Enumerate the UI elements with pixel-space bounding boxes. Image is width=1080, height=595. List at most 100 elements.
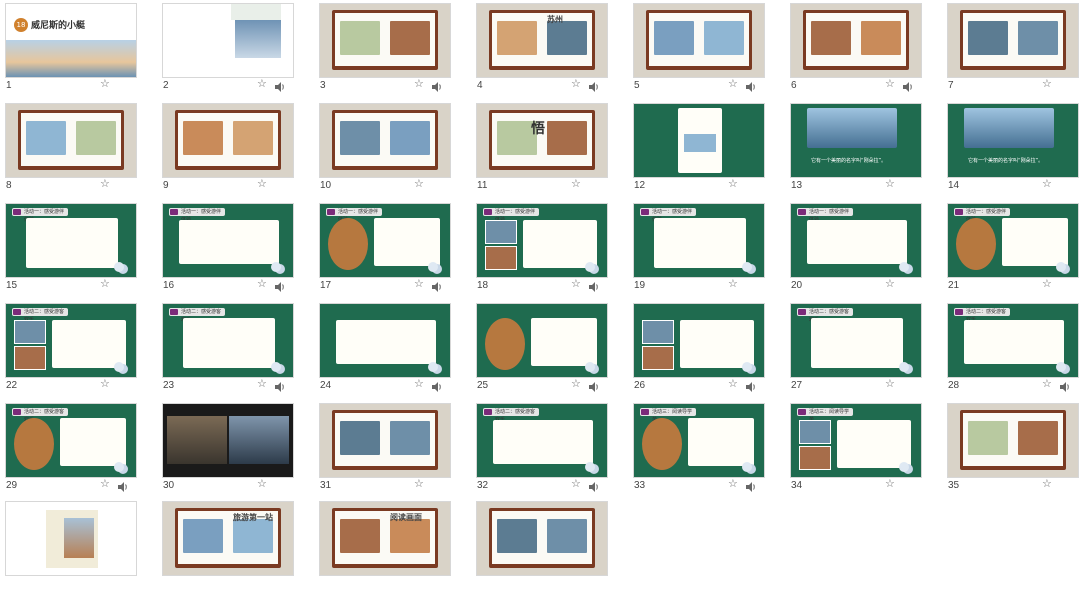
slide-preview[interactable] — [320, 404, 450, 477]
slide-thumbnail-10[interactable]: 10 ☆ — [314, 99, 471, 197]
star-icon[interactable]: ☆ — [728, 478, 738, 490]
star-icon[interactable]: ☆ — [414, 178, 424, 190]
star-icon[interactable]: ☆ — [1042, 278, 1052, 290]
slide-preview[interactable]: 它有一个美丽的名字叫“刚朵拉”。 — [791, 104, 921, 177]
slide-thumbnail-8[interactable]: 8 ☆ — [0, 99, 157, 197]
slide-preview[interactable]: 18 威尼斯的小艇 — [6, 4, 136, 77]
slide-preview[interactable]: 活动一：感受游伴体验 — [320, 204, 450, 277]
star-icon[interactable]: ☆ — [571, 278, 581, 290]
audio-icon[interactable] — [745, 378, 757, 392]
slide-preview[interactable] — [634, 304, 764, 377]
audio-icon[interactable] — [902, 78, 914, 92]
star-icon[interactable]: ☆ — [257, 78, 267, 90]
slide-thumbnail-23[interactable]: 活动二：感受游客欢乐 23 ☆ — [157, 299, 314, 397]
star-icon[interactable]: ☆ — [1042, 178, 1052, 190]
slide-thumbnail-22[interactable]: 活动二：感受游客欢乐 22 ☆ — [0, 299, 157, 397]
slide-preview[interactable]: 活动一：感受游伴体验 — [477, 204, 607, 277]
audio-icon[interactable] — [588, 78, 600, 92]
slide-thumbnail-14[interactable]: 它有一个美丽的名字叫“刚朵拉”。 14 ☆ — [942, 99, 1080, 197]
slide-thumbnail-29[interactable]: 活动二：感受游客欢乐 29 ☆ — [0, 399, 157, 497]
slide-preview[interactable]: 活动一：感受游伴体验 — [634, 204, 764, 277]
slide-preview[interactable]: 活动二：感受游客欢乐 — [163, 304, 293, 377]
slide-preview[interactable] — [634, 4, 764, 77]
slide-preview[interactable]: 活动二：感受游客欢乐 — [6, 304, 136, 377]
slide-preview[interactable]: 活动三：阅读导学单 — [634, 404, 764, 477]
slide-preview[interactable]: 活动三：阅读导学单 — [791, 404, 921, 477]
slide-preview[interactable] — [477, 502, 607, 575]
slide-thumbnail-32[interactable]: 活动二：感受游客欢乐 32 ☆ — [471, 399, 628, 497]
slide-thumbnail-27[interactable]: 活动二：感受游客欢乐 27 ☆ — [785, 299, 942, 397]
audio-icon[interactable] — [431, 78, 443, 92]
star-icon[interactable]: ☆ — [100, 378, 110, 390]
slide-thumbnail-26[interactable]: 26 ☆ — [628, 299, 785, 397]
audio-icon[interactable] — [117, 478, 129, 492]
star-icon[interactable]: ☆ — [414, 78, 424, 90]
audio-icon[interactable] — [431, 378, 443, 392]
slide-thumbnail-7[interactable]: 7 ☆ — [942, 0, 1080, 97]
star-icon[interactable]: ☆ — [728, 278, 738, 290]
star-icon[interactable]: ☆ — [885, 178, 895, 190]
star-icon[interactable]: ☆ — [414, 278, 424, 290]
slide-thumbnail-19[interactable]: 活动一：感受游伴体验 19 ☆ — [628, 199, 785, 297]
star-icon[interactable]: ☆ — [1042, 478, 1052, 490]
slide-thumbnail-38[interactable]: 阅读画面 — [314, 497, 471, 595]
slide-thumbnail-15[interactable]: 活动一：感受游伴体验 15 ☆ — [0, 199, 157, 297]
star-icon[interactable]: ☆ — [885, 278, 895, 290]
audio-icon[interactable] — [745, 78, 757, 92]
star-icon[interactable]: ☆ — [571, 178, 581, 190]
slide-preview[interactable] — [634, 104, 764, 177]
audio-icon[interactable] — [588, 278, 600, 292]
slide-preview[interactable] — [163, 404, 293, 477]
slide-preview[interactable]: 活动一：感受游伴体验 — [948, 204, 1078, 277]
slide-preview[interactable]: 悟 — [477, 104, 607, 177]
slide-preview[interactable] — [6, 104, 136, 177]
audio-icon[interactable] — [274, 78, 286, 92]
star-icon[interactable]: ☆ — [885, 478, 895, 490]
star-icon[interactable]: ☆ — [885, 378, 895, 390]
audio-icon[interactable] — [745, 478, 757, 492]
audio-icon[interactable] — [274, 278, 286, 292]
slide-thumbnail-9[interactable]: 9 ☆ — [157, 99, 314, 197]
slide-thumbnail-25[interactable]: 25 ☆ — [471, 299, 628, 397]
slide-preview[interactable] — [320, 304, 450, 377]
slide-thumbnail-16[interactable]: 活动一：感受游伴体验 16 ☆ — [157, 199, 314, 297]
slide-thumbnail-12[interactable]: 12 ☆ — [628, 99, 785, 197]
audio-icon[interactable] — [274, 378, 286, 392]
star-icon[interactable]: ☆ — [728, 378, 738, 390]
slide-preview[interactable]: 活动二：感受游客欢乐 — [791, 304, 921, 377]
star-icon[interactable]: ☆ — [257, 378, 267, 390]
slide-preview[interactable] — [477, 304, 607, 377]
slide-preview[interactable] — [320, 4, 450, 77]
slide-thumbnail-24[interactable]: 24 ☆ — [314, 299, 471, 397]
slide-thumbnail-34[interactable]: 活动三：阅读导学单 34 ☆ — [785, 399, 942, 497]
slide-thumbnail-35[interactable]: 35 ☆ — [942, 399, 1080, 497]
slide-preview[interactable] — [163, 4, 293, 77]
slide-thumbnail-21[interactable]: 活动一：感受游伴体验 21 ☆ — [942, 199, 1080, 297]
slide-thumbnail-28[interactable]: 活动二：感受游客欢乐 28 ☆ — [942, 299, 1080, 397]
slide-preview[interactable] — [163, 104, 293, 177]
star-icon[interactable]: ☆ — [100, 478, 110, 490]
audio-icon[interactable] — [1059, 378, 1071, 392]
slide-thumbnail-36[interactable] — [0, 497, 157, 595]
slide-thumbnail-6[interactable]: 6 ☆ — [785, 0, 942, 97]
slide-preview[interactable] — [320, 104, 450, 177]
star-icon[interactable]: ☆ — [100, 278, 110, 290]
slide-preview[interactable]: 活动一：感受游伴体验 — [791, 204, 921, 277]
slide-preview[interactable] — [948, 404, 1078, 477]
slide-preview[interactable]: 活动一：感受游伴体验 — [6, 204, 136, 277]
slide-thumbnail-2[interactable]: 2 ☆ — [157, 0, 314, 97]
slide-thumbnail-39[interactable] — [471, 497, 628, 595]
audio-icon[interactable] — [588, 478, 600, 492]
slide-thumbnail-11[interactable]: 悟 11 ☆ — [471, 99, 628, 197]
star-icon[interactable]: ☆ — [571, 78, 581, 90]
slide-thumbnail-13[interactable]: 它有一个美丽的名字叫“刚朵拉”。 13 ☆ — [785, 99, 942, 197]
audio-icon[interactable] — [588, 378, 600, 392]
slide-preview[interactable]: 阅读画面 — [320, 502, 450, 575]
slide-preview[interactable]: 活动二：感受游客欢乐 — [948, 304, 1078, 377]
star-icon[interactable]: ☆ — [571, 478, 581, 490]
star-icon[interactable]: ☆ — [571, 378, 581, 390]
star-icon[interactable]: ☆ — [728, 178, 738, 190]
star-icon[interactable]: ☆ — [414, 478, 424, 490]
slide-preview[interactable]: 活动一：感受游伴体验 — [163, 204, 293, 277]
slide-thumbnail-3[interactable]: 3 ☆ — [314, 0, 471, 97]
